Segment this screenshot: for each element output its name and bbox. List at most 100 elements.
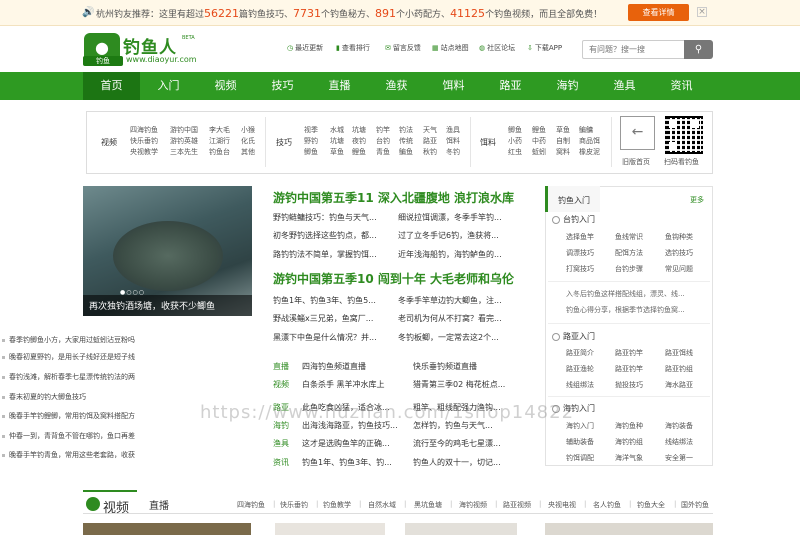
quick-link-feedback[interactable]: ✉ 留言反馈 bbox=[385, 43, 421, 53]
sidebar-link[interactable]: 海钓钓组 bbox=[615, 437, 643, 447]
article-link[interactable]: 钓鱼1年、钓鱼3年、钓鱼5... bbox=[273, 295, 376, 306]
nav-lure[interactable]: 路亚 bbox=[482, 72, 539, 100]
article-link[interactable]: 白条杀手 黑羊冲水库上 bbox=[302, 379, 385, 390]
video-link[interactable]: 路亚视频 bbox=[503, 500, 531, 510]
video-link[interactable]: 四海钓鱼 bbox=[237, 500, 265, 510]
video-link[interactable]: 自然水域 bbox=[368, 500, 396, 510]
sidebar-link[interactable]: 钓饵调配 bbox=[566, 453, 594, 463]
tag-video[interactable]: 视频 bbox=[273, 379, 289, 390]
sidebar-link[interactable]: 路亚简介 bbox=[566, 348, 594, 358]
bait-col-1[interactable]: 鲫鱼 小药 红虫 bbox=[508, 125, 522, 158]
nav-sea-fishing[interactable]: 海钓 bbox=[539, 72, 596, 100]
video-thumbnail[interactable] bbox=[83, 523, 251, 535]
article-link[interactable]: 细说拉饵调漂，冬季手竿钓... bbox=[398, 212, 502, 223]
nav-news[interactable]: 资讯 bbox=[653, 72, 710, 100]
video-link[interactable]: 名人钓鱼 bbox=[593, 500, 621, 510]
skills-col-5[interactable]: 钓法 传统 鳊鱼 bbox=[399, 125, 413, 158]
sidebar-link[interactable]: 线组绑法 bbox=[566, 380, 594, 390]
article-link[interactable]: 冬季手竿草边钓大鲫鱼，注... bbox=[398, 295, 502, 306]
article-link[interactable]: 路钓钓法不简单，掌握钓饵... bbox=[273, 249, 377, 260]
quick-link-ranking[interactable]: ▮ 查看排行 bbox=[336, 43, 370, 53]
video-link[interactable]: 海钓视频 bbox=[459, 500, 487, 510]
article-link[interactable]: 这才是选购鱼竿的正确... bbox=[302, 438, 390, 449]
nav-skills[interactable]: 技巧 bbox=[254, 72, 311, 100]
skills-col-2[interactable]: 水城 坑塘 草鱼 bbox=[330, 125, 344, 158]
article-link[interactable]: 钓鱼1年、钓鱼3年、钓... bbox=[302, 457, 392, 468]
list-item[interactable]: 仲春一到，青背鱼不管在哪钓，鱼口再差 bbox=[0, 431, 166, 441]
nav-catch[interactable]: 渔获 bbox=[368, 72, 425, 100]
list-item[interactable]: 春季钓鲫鱼小方，大家用过蚯蚓沾豆粉吗 bbox=[0, 335, 166, 345]
headline[interactable]: 游钓中国第五季10 闯到十年 大毛老师和乌伦 bbox=[273, 270, 514, 287]
search-icon[interactable]: ⚲ bbox=[684, 40, 713, 59]
video-col-1[interactable]: 四海钓鱼 快乐垂钓 央视教学 bbox=[130, 125, 158, 158]
sidebar-link[interactable]: 路亚渔轮 bbox=[566, 364, 594, 374]
sidebar-link[interactable]: 海钓鱼种 bbox=[615, 421, 643, 431]
article-link[interactable]: 野钓鲢鳙技巧：钓鱼与天气... bbox=[273, 212, 377, 223]
skills-col-4[interactable]: 钓竿 台钓 青鱼 bbox=[376, 125, 390, 158]
sidebar-article[interactable]: 入冬后钓鱼这样搭配线组，漂灵、线... bbox=[566, 289, 685, 299]
more-link[interactable]: 更多 bbox=[690, 195, 704, 205]
sidebar-link[interactable]: 线结绑法 bbox=[665, 437, 693, 447]
tab-live[interactable]: 直播 bbox=[149, 497, 169, 512]
nav-video[interactable]: 视频 bbox=[197, 72, 254, 100]
nav-home[interactable]: 首页 bbox=[83, 72, 140, 100]
sidebar-link[interactable]: 鱼钩种类 bbox=[665, 232, 693, 242]
article-link[interactable]: 快乐垂钓频道直播 bbox=[413, 361, 477, 372]
sidebar-link[interactable]: 调漂技巧 bbox=[566, 248, 594, 258]
video-thumbnail[interactable] bbox=[275, 523, 385, 535]
slider-dots[interactable]: ●○○○ bbox=[120, 289, 145, 296]
nav-bait[interactable]: 饵料 bbox=[425, 72, 482, 100]
video-col-4[interactable]: 小猴 化氏 其他 bbox=[241, 125, 255, 158]
skills-col-6[interactable]: 天气 路亚 秋钓 bbox=[423, 125, 437, 158]
video-col-2[interactable]: 游钓中国 游钓英雄 三本先生 bbox=[170, 125, 198, 158]
article-link[interactable]: 过了立冬手记6钓，渔获将... bbox=[398, 230, 499, 241]
sidebar-link[interactable]: 台钓步骤 bbox=[615, 264, 643, 274]
video-link[interactable]: 钓鱼教学 bbox=[323, 500, 351, 510]
sidebar-link[interactable]: 海洋气象 bbox=[615, 453, 643, 463]
sidebar-tab-label[interactable]: 钓鱼入门 bbox=[558, 195, 590, 206]
video-link[interactable]: 钓鱼大全 bbox=[637, 500, 665, 510]
article-link[interactable]: 黑漂下中鱼是什么情况？并... bbox=[273, 332, 377, 343]
article-link[interactable]: 野战溪鲻x三兄弟，鱼窝厂... bbox=[273, 313, 373, 324]
video-thumbnail[interactable] bbox=[545, 523, 713, 535]
article-link[interactable]: 老司机为何从不打窝？看完... bbox=[398, 313, 502, 324]
video-link[interactable]: 黑坑鱼塘 bbox=[414, 500, 442, 510]
article-link[interactable]: 冬钓板鲫，一定常去这2个... bbox=[398, 332, 499, 343]
featured-slider[interactable]: 再次独钓酒场塘，收获不少鲫鱼 bbox=[83, 186, 252, 316]
close-icon[interactable]: × bbox=[697, 7, 707, 17]
sidebar-link[interactable]: 常见问题 bbox=[665, 264, 693, 274]
quick-link-forum[interactable]: ◍ 社区论坛 bbox=[479, 43, 515, 53]
sidebar-link[interactable]: 鱼线常识 bbox=[615, 232, 643, 242]
sidebar-link[interactable]: 选择鱼竿 bbox=[566, 232, 594, 242]
list-item[interactable]: 春钓浅滩，解析春季七星漂传统钓法的两 bbox=[0, 372, 166, 382]
video-thumbnail[interactable] bbox=[405, 523, 517, 535]
skills-col-7[interactable]: 渔具 饵料 冬钓 bbox=[446, 125, 460, 158]
list-item[interactable]: 晚春手竿钓青鱼，常用这些老套路，收获 bbox=[0, 450, 166, 460]
bait-col-2[interactable]: 鲤鱼 中药 蚯蚓 bbox=[532, 125, 546, 158]
tab-video[interactable]: 视频 bbox=[83, 490, 137, 516]
article-link[interactable]: 钓鱼人的双十一，切记... bbox=[413, 457, 501, 468]
nav-beginner[interactable]: 入门 bbox=[140, 72, 197, 100]
sidebar-link[interactable]: 路亚饵线 bbox=[665, 348, 693, 358]
sidebar-link[interactable]: 抛投技巧 bbox=[615, 380, 643, 390]
article-link[interactable]: 猎青第三季02 梅花桩点... bbox=[413, 379, 505, 390]
sidebar-link[interactable]: 路亚钓组 bbox=[665, 364, 693, 374]
skills-col-3[interactable]: 坑塘 夜钓 鲤鱼 bbox=[352, 125, 366, 158]
slider-caption[interactable]: 再次独钓酒场塘，收获不少鲫鱼 bbox=[83, 295, 252, 316]
sidebar-link[interactable]: 配饵方法 bbox=[615, 248, 643, 258]
sidebar-link[interactable]: 安全第一 bbox=[665, 453, 693, 463]
view-details-button[interactable]: 查看详情 bbox=[628, 4, 689, 21]
tag-tackle[interactable]: 渔具 bbox=[273, 438, 289, 449]
sidebar-link[interactable]: 选钓技巧 bbox=[665, 248, 693, 258]
headline[interactable]: 游钓中国第五季11 深入北疆腹地 浪打浪水库 bbox=[273, 189, 514, 206]
sidebar-link[interactable]: 海水路亚 bbox=[665, 380, 693, 390]
tag-live[interactable]: 直播 bbox=[273, 361, 289, 372]
nav-tackle[interactable]: 渔具 bbox=[596, 72, 653, 100]
nav-live[interactable]: 直播 bbox=[311, 72, 368, 100]
bait-col-3[interactable]: 草鱼 自制 窝料 bbox=[556, 125, 570, 158]
quick-link-app[interactable]: ⇩ 下载APP bbox=[527, 43, 562, 53]
video-link[interactable]: 快乐垂钓 bbox=[280, 500, 308, 510]
old-home-link[interactable]: 旧版首页 bbox=[622, 157, 650, 167]
search-input[interactable] bbox=[582, 40, 685, 59]
old-home-icon[interactable]: ← bbox=[620, 116, 655, 150]
